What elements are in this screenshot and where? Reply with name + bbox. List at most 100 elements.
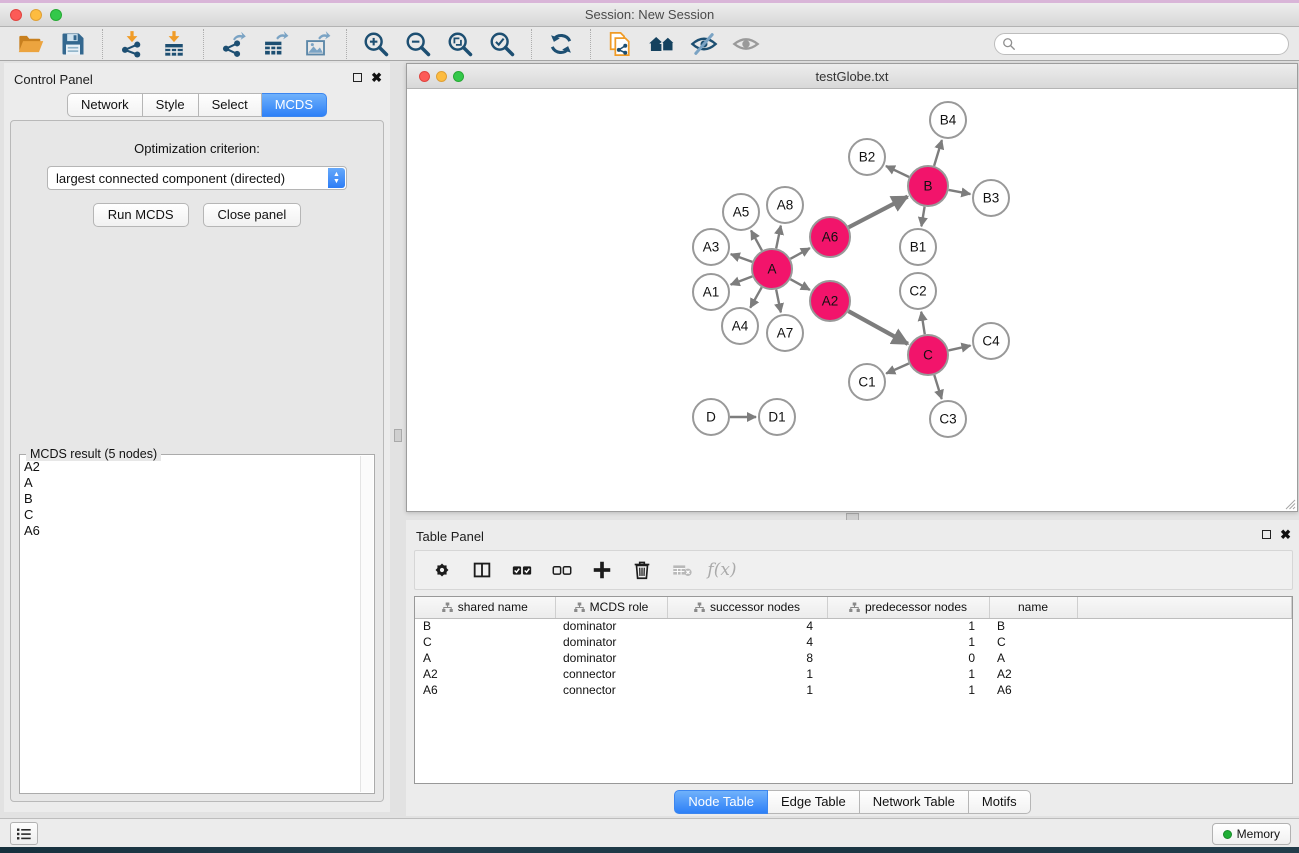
show-column-icon[interactable]: [465, 555, 499, 585]
show-eye-icon[interactable]: [725, 28, 767, 60]
table-cell[interactable]: A6: [989, 682, 1077, 698]
edge-B-B2[interactable]: [886, 166, 909, 177]
tab-mcds[interactable]: MCDS: [262, 93, 327, 117]
table-cell[interactable]: 1: [667, 666, 827, 682]
save-session-icon[interactable]: [52, 28, 94, 60]
table-row[interactable]: Bdominator41B: [415, 618, 1292, 634]
table-row[interactable]: A6connector11A6: [415, 682, 1292, 698]
hide-selected-eye-icon[interactable]: [683, 28, 725, 60]
node-A3[interactable]: A3: [693, 229, 729, 265]
node-A6[interactable]: A6: [810, 217, 850, 257]
node-A[interactable]: A: [752, 249, 792, 289]
vertical-splitter-handle[interactable]: [394, 429, 402, 442]
edge-A2-C[interactable]: [848, 311, 907, 344]
table-cell[interactable]: A6: [415, 682, 555, 698]
node-C[interactable]: C: [908, 335, 948, 375]
run-mcds-button[interactable]: Run MCDS: [93, 203, 189, 227]
edge-A-A8[interactable]: [776, 226, 781, 249]
resize-grip-icon[interactable]: [1282, 496, 1296, 510]
open-session-icon[interactable]: [10, 28, 52, 60]
refresh-icon[interactable]: [540, 28, 582, 60]
edge-A6-B[interactable]: [849, 197, 908, 228]
node-A7[interactable]: A7: [767, 315, 803, 351]
zoom-in-icon[interactable]: [355, 28, 397, 60]
column-header-predecessor-nodes[interactable]: predecessor nodes: [827, 597, 989, 618]
node-A8[interactable]: A8: [767, 187, 803, 223]
table-cell[interactable]: 1: [827, 618, 989, 634]
node-D1[interactable]: D1: [759, 399, 795, 435]
node-C1[interactable]: C1: [849, 364, 885, 400]
edge-A-A7[interactable]: [776, 290, 781, 313]
node-A2[interactable]: A2: [810, 281, 850, 321]
column-header-name[interactable]: name: [989, 597, 1077, 618]
node-A4[interactable]: A4: [722, 308, 758, 344]
network-canvas[interactable]: B4B2BB3A8A5A6A3B1AA1C2A2A4A7C4CC1DD1C3: [407, 90, 1297, 511]
edge-A-A2[interactable]: [790, 279, 809, 290]
table-cell[interactable]: 1: [667, 682, 827, 698]
table-cell[interactable]: B: [415, 618, 555, 634]
table-cell[interactable]: 8: [667, 650, 827, 666]
zoom-out-icon[interactable]: [397, 28, 439, 60]
tab-network-table[interactable]: Network Table: [860, 790, 969, 814]
close-panel-icon[interactable]: ✖: [371, 73, 382, 82]
close-panel-button[interactable]: Close panel: [203, 203, 302, 227]
table-cell[interactable]: 1: [827, 666, 989, 682]
node-D[interactable]: D: [693, 399, 729, 435]
task-history-button[interactable]: [10, 822, 38, 845]
zoom-selected-icon[interactable]: [481, 28, 523, 60]
edge-C-C4[interactable]: [948, 346, 970, 351]
mcds-result-item[interactable]: A2: [24, 459, 358, 475]
table-cell[interactable]: C: [415, 634, 555, 650]
column-header-successor-nodes[interactable]: successor nodes: [667, 597, 827, 618]
search-input[interactable]: [994, 33, 1289, 55]
tab-edge-table[interactable]: Edge Table: [768, 790, 860, 814]
table-cell[interactable]: 0: [827, 650, 989, 666]
export-image-icon[interactable]: [296, 28, 338, 60]
column-header-mcds-role[interactable]: MCDS role: [555, 597, 667, 618]
tab-select[interactable]: Select: [199, 93, 262, 117]
table-row[interactable]: A2connector11A2: [415, 666, 1292, 682]
export-network-icon[interactable]: [212, 28, 254, 60]
column-header-shared-name[interactable]: shared name: [415, 597, 555, 618]
node-B[interactable]: B: [908, 166, 948, 206]
edge-C-C2[interactable]: [921, 312, 925, 335]
edge-A-A6[interactable]: [790, 248, 809, 259]
table-cell[interactable]: C: [989, 634, 1077, 650]
optimization-criterion-select[interactable]: largest connected component (directed) ▲…: [47, 166, 347, 190]
table-cell[interactable]: connector: [555, 682, 667, 698]
delete-row-icon[interactable]: [625, 555, 659, 585]
network-window-titlebar[interactable]: testGlobe.txt: [407, 64, 1297, 89]
edge-B-B3[interactable]: [949, 190, 971, 194]
tab-style[interactable]: Style: [143, 93, 199, 117]
edge-A-A4[interactable]: [750, 287, 761, 307]
node-C2[interactable]: C2: [900, 273, 936, 309]
tab-network[interactable]: Network: [67, 93, 143, 117]
select-all-columns-icon[interactable]: [505, 555, 539, 585]
table-row[interactable]: Adominator80A: [415, 650, 1292, 666]
table-cell[interactable]: 4: [667, 618, 827, 634]
edge-A-A1[interactable]: [731, 276, 753, 284]
table-cell[interactable]: dominator: [555, 650, 667, 666]
table-cell[interactable]: dominator: [555, 618, 667, 634]
table-cell[interactable]: connector: [555, 666, 667, 682]
node-B1[interactable]: B1: [900, 229, 936, 265]
edge-B-B1[interactable]: [921, 207, 924, 227]
mcds-result-item[interactable]: C: [24, 507, 358, 523]
zoom-fit-icon[interactable]: [439, 28, 481, 60]
table-cell[interactable]: 1: [827, 682, 989, 698]
close-table-panel-icon[interactable]: ✖: [1280, 530, 1291, 539]
network-from-selection-icon[interactable]: [599, 28, 641, 60]
table-row[interactable]: Cdominator41C: [415, 634, 1292, 650]
mcds-result-item[interactable]: B: [24, 491, 358, 507]
import-table-icon[interactable]: [153, 28, 195, 60]
node-A5[interactable]: A5: [723, 194, 759, 230]
mcds-result-item[interactable]: A: [24, 475, 358, 491]
float-panel-icon[interactable]: [353, 73, 362, 82]
node-C3[interactable]: C3: [930, 401, 966, 437]
edge-A-A5[interactable]: [751, 230, 762, 250]
add-row-icon[interactable]: [585, 555, 619, 585]
table-cell[interactable]: 1: [827, 634, 989, 650]
result-scrollbar[interactable]: [360, 456, 373, 792]
memory-button[interactable]: Memory: [1212, 823, 1291, 845]
float-table-panel-icon[interactable]: [1262, 530, 1271, 539]
